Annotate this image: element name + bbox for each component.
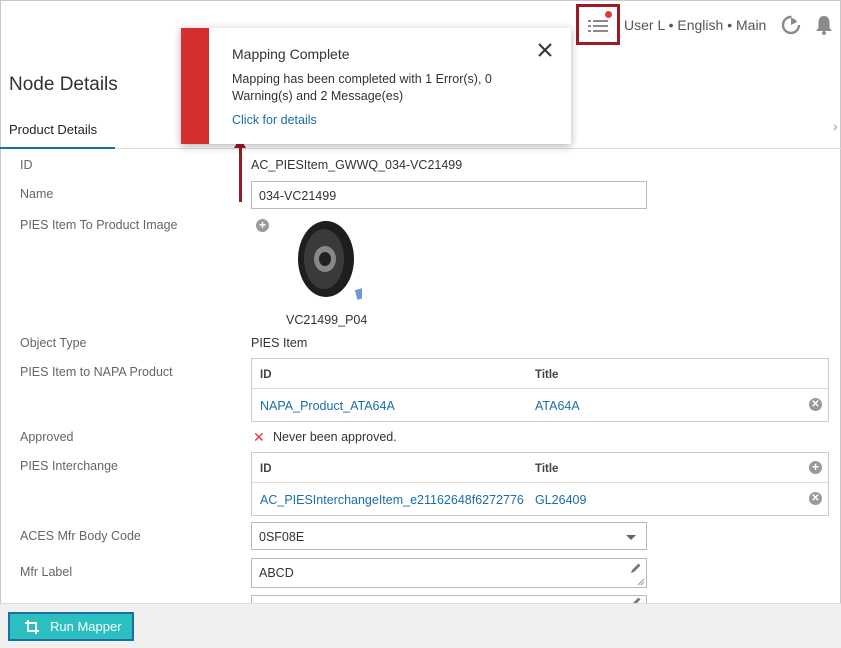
mapping-toast: Mapping Complete Mapping has been comple… [181, 28, 571, 144]
not-approved-icon: ✕ [253, 429, 265, 445]
table-header: ID Title [252, 359, 828, 389]
user-info[interactable]: User L • English • Main [624, 17, 766, 33]
bell-icon[interactable] [815, 15, 833, 35]
tab-product-details[interactable]: Product Details [0, 116, 115, 149]
chevron-down-icon [626, 535, 636, 540]
annotation-arrow [239, 146, 242, 202]
close-icon[interactable] [537, 42, 553, 58]
name-input[interactable]: 034-VC21499 [251, 181, 647, 209]
napa-product-title-link[interactable]: ATA64A [535, 399, 580, 413]
column-title: Title [535, 369, 559, 381]
mfr-label-value: ABCD [259, 566, 294, 580]
interchange-table: ID Title + AC_PIESInterchangeItem_e21162… [251, 452, 829, 516]
notification-dot [605, 10, 612, 18]
object-type-label: Object Type [20, 336, 87, 350]
tasks-icon [588, 10, 612, 33]
remove-icon[interactable]: ✕ [809, 398, 822, 411]
tasks-button[interactable] [576, 4, 620, 45]
table-header: ID Title + [252, 453, 828, 483]
approved-value: Never been approved. [273, 430, 397, 444]
mfr-label-input[interactable]: ABCD [251, 558, 647, 588]
aces-body-code-value: 0SF08E [259, 530, 305, 544]
toast-title: Mapping Complete [232, 46, 350, 62]
image-caption: VC21499_P04 [286, 313, 368, 327]
image-label: PIES Item To Product Image [20, 218, 178, 232]
bottom-bar: Run Mapper [0, 603, 841, 648]
object-type-value: PIES Item [251, 336, 308, 350]
interchange-label: PIES Interchange [20, 459, 118, 473]
crop-icon [25, 619, 39, 634]
refresh-icon[interactable] [781, 15, 801, 35]
resize-grip-icon[interactable] [637, 578, 645, 586]
toast-details-link[interactable]: Click for details [232, 113, 317, 127]
page-title: Node Details [9, 74, 118, 95]
add-interchange-icon[interactable]: + [809, 461, 822, 474]
approved-label: Approved [20, 430, 74, 444]
mfr-label-label: Mfr Label [20, 565, 73, 579]
table-row: NAPA_Product_ATA64A ATA64A ✕ [252, 389, 828, 421]
tab-scroll-icon[interactable]: › [833, 118, 838, 134]
napa-product-label: PIES Item to NAPA Product [20, 365, 173, 379]
run-mapper-label: Run Mapper [50, 619, 122, 634]
aces-body-code-select[interactable]: 0SF08E [251, 522, 647, 550]
id-value: AC_PIESItem_GWWQ_034-VC21499 [251, 158, 463, 172]
toast-error-bar [181, 28, 209, 144]
interchange-title-link[interactable]: GL26409 [535, 493, 586, 507]
aces-body-code-label: ACES Mfr Body Code [20, 529, 141, 543]
interchange-id-link[interactable]: AC_PIESInterchangeItem_e21162648f6272776 [260, 493, 524, 507]
napa-product-id-link[interactable]: NAPA_Product_ATA64A [260, 399, 395, 413]
run-mapper-button[interactable]: Run Mapper [8, 612, 134, 641]
column-id: ID [260, 369, 272, 381]
product-image[interactable] [296, 217, 362, 303]
remove-icon[interactable]: ✕ [809, 492, 822, 505]
column-id: ID [260, 463, 272, 475]
toast-message: Mapping has been completed with 1 Error(… [232, 72, 492, 103]
column-title: Title [535, 463, 559, 475]
add-image-icon[interactable]: + [256, 219, 269, 232]
napa-product-table: ID Title NAPA_Product_ATA64A ATA64A ✕ [251, 358, 829, 422]
table-row: AC_PIESInterchangeItem_e21162648f6272776… [252, 483, 828, 515]
name-label: Name [20, 187, 54, 201]
pencil-icon[interactable] [630, 562, 642, 574]
id-label: ID [20, 158, 33, 172]
